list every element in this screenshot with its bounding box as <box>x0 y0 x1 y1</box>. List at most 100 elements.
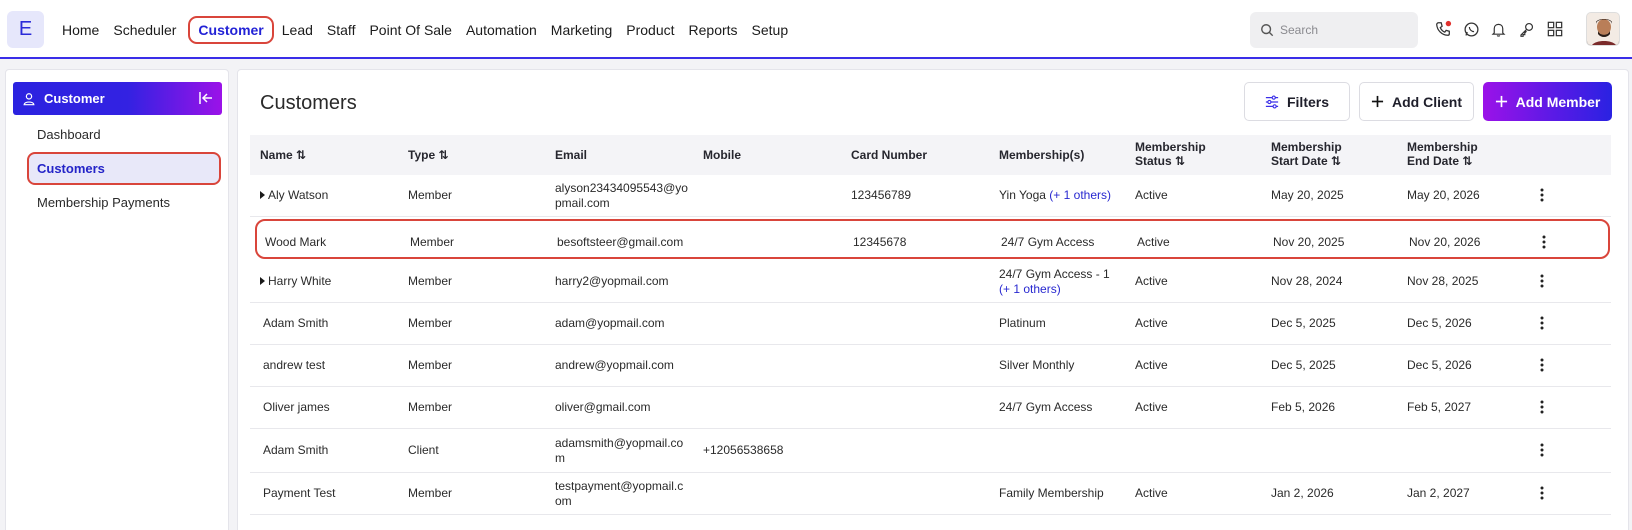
membership-end-date: Dec 5, 2026 <box>1407 316 1472 330</box>
table-row[interactable]: Aly Watson Member alyson23434095543@yo pmai… <box>250 175 1611 217</box>
sidebar-header[interactable]: Customer <box>13 82 222 115</box>
membership-status: Active <box>1135 188 1168 202</box>
email-line-1: alyson23434095543@yo <box>555 181 688 195</box>
table-row[interactable]: andrew test Member andrew@yopmail.com Silve… <box>250 345 1611 387</box>
more-memberships-link[interactable]: (+ 1 others) <box>999 282 1110 297</box>
page-title: Customers <box>260 92 357 114</box>
customer-name[interactable]: Adam Smith <box>263 443 328 458</box>
top-navbar: E Home Scheduler Customer Lead Staff Point Of… <box>0 0 1632 59</box>
col-name-header[interactable]: Name ⇅ <box>260 148 306 162</box>
customer-name-text: Harry White <box>268 274 332 288</box>
row-actions-kebab-icon[interactable] <box>1540 443 1544 462</box>
search-input[interactable] <box>1280 23 1400 37</box>
customer-name-text: Aly Watson <box>268 188 329 202</box>
main-nav: Home Scheduler Customer Lead Staff Point Of S… <box>58 16 798 44</box>
row-actions-kebab-icon[interactable] <box>1540 358 1544 377</box>
nav-item-home[interactable]: Home <box>58 16 103 44</box>
add-member-button[interactable]: Add Member <box>1483 82 1612 121</box>
customer-type: Member <box>408 188 453 202</box>
expand-caret-icon[interactable] <box>260 191 265 199</box>
customer-name-text: Wood Mark <box>265 235 327 249</box>
col-type-header[interactable]: Type ⇅ <box>408 148 449 162</box>
col-type-label: Type <box>408 148 436 162</box>
phone-icon[interactable] <box>1433 19 1453 39</box>
collapse-sidebar-icon[interactable] <box>198 90 214 106</box>
customer-type: Member <box>410 235 455 249</box>
customer-name[interactable]: Harry White <box>260 274 331 289</box>
filters-button[interactable]: Filters <box>1244 82 1350 121</box>
nav-item-automation[interactable]: Automation <box>462 16 541 44</box>
customer-card-number: 123456789 <box>851 188 912 202</box>
nav-item-marketing[interactable]: Marketing <box>547 16 616 44</box>
nav-item-product[interactable]: Product <box>622 16 678 44</box>
col-start-header[interactable]: Membership Start Date ⇅ <box>1271 140 1342 168</box>
customer-type: Client <box>408 443 439 457</box>
nav-item-staff[interactable]: Staff <box>323 16 360 44</box>
customer-membership: Yin Yoga (+ 1 others) <box>999 188 1111 203</box>
customer-membership: Platinum <box>999 316 1046 331</box>
table-row[interactable]: Adam Smith Client adamsmith@yopmail.co m +12… <box>250 429 1611 473</box>
nav-item-reports[interactable]: Reports <box>685 16 742 44</box>
table-row[interactable]: Wood Mark Member besoftsteer@gmail.com 1234… <box>255 219 1610 259</box>
customer-membership: 24/7 Gym Access <box>1001 235 1094 250</box>
row-actions-kebab-icon[interactable] <box>1540 316 1544 335</box>
customer-name[interactable]: andrew test <box>263 358 325 373</box>
user-icon <box>23 92 35 105</box>
nav-item-setup[interactable]: Setup <box>748 16 793 44</box>
nav-item-scheduler[interactable]: Scheduler <box>109 16 180 44</box>
col-status-header[interactable]: Membership Status ⇅ <box>1135 140 1206 168</box>
table-row[interactable]: Oliver james Member oliver@gmail.com 24/7 G… <box>250 387 1611 429</box>
col-end-header[interactable]: Membership End Date ⇅ <box>1407 140 1478 168</box>
membership-end-date: Nov 28, 2025 <box>1407 274 1479 288</box>
nav-item-customer[interactable]: Customer <box>188 16 274 44</box>
row-actions-kebab-icon[interactable] <box>1540 188 1544 207</box>
sort-icon[interactable]: ⇅ <box>296 148 306 162</box>
row-actions-kebab-icon[interactable] <box>1540 274 1544 293</box>
table-row[interactable]: Payment Test Member testpayment@yopmail.c o… <box>250 473 1611 515</box>
bell-icon[interactable] <box>1488 19 1508 39</box>
email-line-1: oliver@gmail.com <box>555 400 651 414</box>
customer-name[interactable]: Aly Watson <box>260 188 328 203</box>
expand-caret-icon[interactable] <box>260 277 265 285</box>
row-actions-kebab-icon[interactable] <box>1542 235 1546 254</box>
whatsapp-icon[interactable] <box>1461 19 1481 39</box>
customer-name[interactable]: Wood Mark <box>265 235 326 250</box>
email-line-2: om <box>555 494 572 508</box>
col-start-label-2: Start Date <box>1271 154 1328 168</box>
sidebar-item-customers[interactable]: Customers <box>27 152 221 185</box>
sort-icon[interactable]: ⇅ <box>1175 154 1185 168</box>
key-icon[interactable] <box>1516 19 1536 39</box>
nav-item-lead[interactable]: Lead <box>278 16 317 44</box>
membership-end-date: Nov 20, 2026 <box>1409 235 1481 249</box>
customer-membership: 24/7 Gym Access <box>999 400 1092 415</box>
email-line-1: adam@yopmail.com <box>555 316 665 330</box>
main-panel: Customers Filters Add Client Add Member … <box>237 69 1629 530</box>
customer-name[interactable]: Adam Smith <box>263 316 328 331</box>
app-logo[interactable]: E <box>7 11 44 48</box>
more-memberships-link[interactable]: (+ 1 others) <box>1049 188 1111 202</box>
sidebar-item-dashboard[interactable]: Dashboard <box>37 127 101 142</box>
row-actions-kebab-icon[interactable] <box>1540 486 1544 505</box>
customer-email: adamsmith@yopmail.co m <box>555 436 683 466</box>
customer-name[interactable]: Payment Test <box>263 486 335 501</box>
user-avatar[interactable] <box>1586 12 1620 46</box>
membership-name: 24/7 Gym Access <box>999 400 1093 414</box>
add-client-button[interactable]: Add Client <box>1359 82 1474 121</box>
table-row[interactable]: Harry White Member harry2@yopmail.com 24/7 … <box>250 260 1611 303</box>
customer-name[interactable]: Oliver james <box>263 400 330 415</box>
apps-grid-icon[interactable] <box>1545 19 1565 39</box>
sort-icon[interactable]: ⇅ <box>1331 154 1341 168</box>
customer-membership: 24/7 Gym Access - 1 (+ 1 others) <box>999 267 1110 297</box>
membership-name: 24/7 Gym Access <box>1001 235 1095 249</box>
search-box[interactable] <box>1250 12 1418 48</box>
email-line-2: m <box>555 451 565 465</box>
sidebar-item-membership-payments[interactable]: Membership Payments <box>37 195 170 210</box>
membership-start-date: Nov 20, 2025 <box>1273 235 1345 249</box>
table-row[interactable]: Adam Smith Member adam@yopmail.com Platinum… <box>250 303 1611 345</box>
row-actions-kebab-icon[interactable] <box>1540 400 1544 419</box>
nav-item-point-of-sale[interactable]: Point Of Sale <box>365 16 456 44</box>
customer-email: adam@yopmail.com <box>555 316 665 331</box>
sort-icon[interactable]: ⇅ <box>1462 154 1472 168</box>
sort-icon[interactable]: ⇅ <box>438 148 448 162</box>
membership-status: Active <box>1135 486 1168 500</box>
